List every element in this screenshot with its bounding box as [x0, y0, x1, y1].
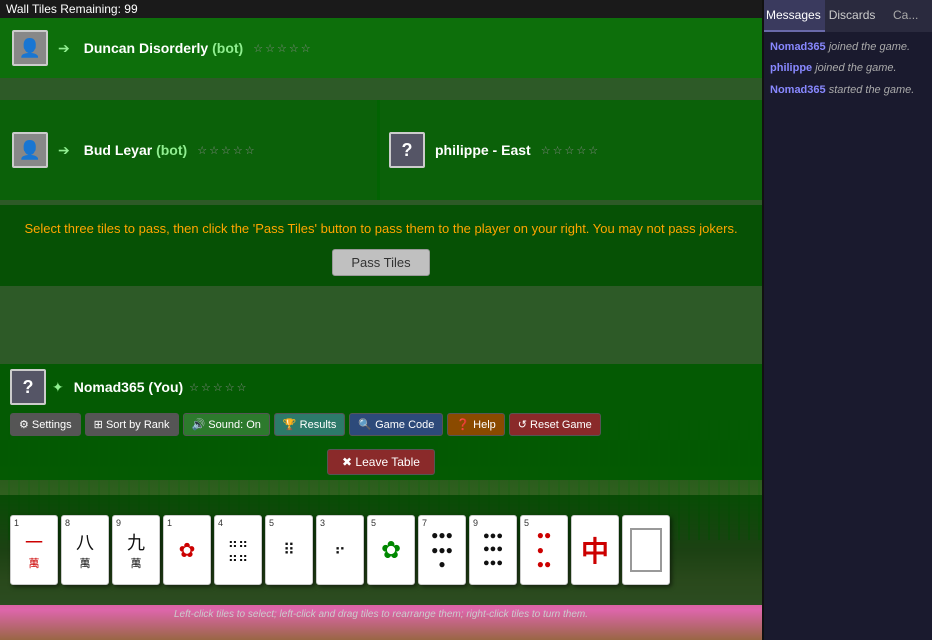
help-button[interactable]: ❓ Help [447, 413, 504, 436]
settings-button[interactable]: ⚙ Settings [10, 413, 81, 436]
instruction-text: Select three tiles to pass, then click t… [10, 219, 752, 239]
left-player-stars: ☆ ☆ ☆ ☆ ☆ [197, 144, 254, 157]
tab-messages[interactable]: Messages [762, 0, 825, 32]
tile-3-bam[interactable]: 3 ⠖ [316, 515, 364, 585]
tile-hint: Left-click tiles to select; left-click a… [0, 609, 762, 620]
tab-extra[interactable]: Ca... [879, 0, 932, 32]
pass-tiles-button[interactable]: Pass Tiles [332, 249, 429, 276]
top-player-area: 👤 ➔ Duncan Disorderly (bot) ☆ ☆ ☆ ☆ ☆ [0, 18, 762, 78]
chat-message-2: philippe joined the game. [770, 61, 924, 76]
tab-discards[interactable]: Discards [825, 0, 880, 32]
sound-button[interactable]: 🔊 Sound: On [183, 413, 270, 436]
top-player-name: Duncan Disorderly (bot) [84, 40, 243, 56]
chat-message-1: Nomad365 joined the game. [770, 40, 924, 55]
top-player-arrow: ➔ [58, 40, 70, 57]
instruction-area: Select three tiles to pass, then click t… [0, 205, 762, 286]
top-player-avatar: 👤 [12, 30, 48, 66]
right-player-name: philippe - East [435, 142, 531, 158]
action-buttons: ⚙ Settings ⊞ Sort by Rank 🔊 Sound: On 🏆 … [10, 413, 601, 436]
game-code-button[interactable]: 🔍 Game Code [349, 413, 443, 436]
panel-tabs: Messages Discards Ca... [762, 0, 932, 32]
chat-user-3: Nomad365 [770, 84, 826, 96]
tile-5-dot-red[interactable]: 5 ●●●●● [520, 515, 568, 585]
chat-text-1: joined the game. [829, 41, 910, 53]
chat-user-1: Nomad365 [770, 41, 826, 53]
tile-zhong[interactable]: 中 [571, 515, 619, 585]
left-player-avatar: 👤 [12, 132, 48, 168]
tile-1-man[interactable]: 1 一 萬 [10, 515, 58, 585]
wall-tiles-label: Wall Tiles Remaining: [6, 2, 121, 16]
chat-text-3: started the game. [829, 84, 915, 96]
right-player-avatar: ? [389, 132, 425, 168]
left-player-area: 👤 ➔ Bud Leyar (bot) ☆ ☆ ☆ ☆ ☆ [0, 100, 380, 200]
right-panel: Messages Discards Ca... Nomad365 joined … [762, 0, 932, 640]
leave-table-button[interactable]: ✖ Leave Table [327, 449, 435, 475]
wall-tiles-bar: Wall Tiles Remaining: 99 [0, 0, 762, 18]
reset-game-button[interactable]: ↺ Reset Game [509, 413, 601, 436]
chat-text-2: joined the game. [815, 62, 896, 74]
tile-hand: 1 一 萬 8 八 萬 9 九 萬 1 ✿ 4 ⠶⠶⠶⠶ 5 ⠿ [0, 495, 762, 605]
tile-white-dragon[interactable] [622, 515, 670, 585]
tile-5-bam[interactable]: 5 ⠿ [265, 515, 313, 585]
bottom-player-info: ? ✦ Nomad365 (You) ☆ ☆ ☆ ☆ ☆ [10, 369, 247, 405]
results-button[interactable]: 🏆 Results [274, 413, 345, 436]
bottom-player-avatar: ? [10, 369, 46, 405]
chat-user-2: philippe [770, 62, 812, 74]
tile-9-dot[interactable]: 9 ●●●●●●●●● [469, 515, 517, 585]
wall-tiles-count: 99 [124, 2, 137, 16]
tile-7-dot[interactable]: 7 ●●●●●●● [418, 515, 466, 585]
bottom-player-arrow: ✦ [52, 379, 64, 396]
right-player-area: ? philippe - East ☆ ☆ ☆ ☆ ☆ [377, 100, 762, 200]
left-player-arrow: ➔ [58, 142, 70, 159]
sort-by-rank-button[interactable]: ⊞ Sort by Rank [85, 413, 179, 436]
tile-flower-red[interactable]: 1 ✿ [163, 515, 211, 585]
tile-9-man[interactable]: 9 九 萬 [112, 515, 160, 585]
right-player-stars: ☆ ☆ ☆ ☆ ☆ [541, 144, 598, 157]
bottom-player-name: Nomad365 (You) [74, 379, 183, 395]
bottom-player-stars: ☆ ☆ ☆ ☆ ☆ [189, 381, 246, 394]
chat-message-3: Nomad365 started the game. [770, 83, 924, 98]
tile-4-bam[interactable]: 4 ⠶⠶⠶⠶ [214, 515, 262, 585]
bottom-player-bar: ? ✦ Nomad365 (You) ☆ ☆ ☆ ☆ ☆ ⚙ Settings … [0, 364, 762, 480]
tile-circle-green[interactable]: 5 ✿ [367, 515, 415, 585]
panel-separator [762, 0, 764, 640]
top-player-stars: ☆ ☆ ☆ ☆ ☆ [253, 42, 310, 55]
game-area: Wall Tiles Remaining: 99 👤 ➔ Duncan Diso… [0, 0, 762, 640]
tile-8-man[interactable]: 8 八 萬 [61, 515, 109, 585]
panel-content: Nomad365 joined the game. philippe joine… [762, 32, 932, 640]
left-player-name: Bud Leyar (bot) [84, 142, 187, 158]
